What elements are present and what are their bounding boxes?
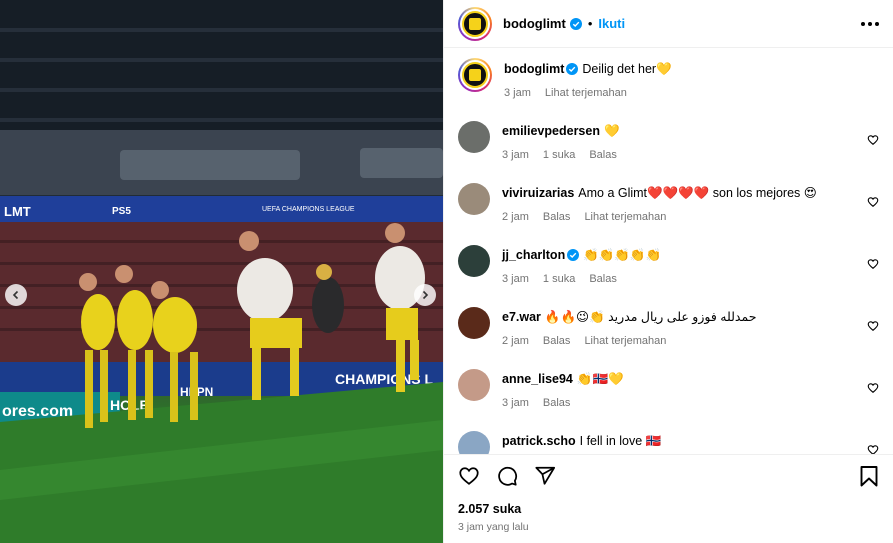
posted-time: 3 jam yang lalu — [458, 521, 529, 533]
board-ps5-text: PS5 — [112, 206, 131, 217]
reply-button[interactable]: Balas — [589, 273, 617, 285]
comment-username[interactable]: anne_lise94 — [502, 372, 573, 386]
reply-button[interactable]: Balas — [543, 211, 571, 223]
caption-row: bodoglimt Deilig det her💛 3 jam Lihat ter… — [458, 58, 879, 99]
commenter-avatar[interactable] — [458, 121, 490, 153]
chevron-right-icon — [422, 290, 429, 300]
caption-username[interactable]: bodoglimt — [504, 62, 564, 76]
author-username[interactable]: bodoglimt — [503, 16, 566, 31]
caption-time: 3 jam — [504, 87, 531, 99]
commenter-avatar[interactable] — [458, 245, 490, 277]
comment-time: 3 jam — [502, 397, 529, 409]
comment-likes[interactable]: 1 suka — [543, 149, 575, 161]
previous-photo-button[interactable] — [5, 284, 27, 306]
caption-avatar[interactable] — [458, 58, 492, 92]
comment-username[interactable]: emilievpedersen — [502, 124, 600, 138]
post-header: bodoglimt • Ikuti — [444, 0, 893, 48]
comment-username[interactable]: jj_charlton — [502, 248, 565, 262]
commenter-avatar[interactable] — [458, 431, 490, 454]
comments-list[interactable]: bodoglimt Deilig det her💛 3 jam Lihat ter… — [444, 48, 893, 454]
comment-time: 3 jam — [502, 149, 529, 161]
share-icon[interactable] — [534, 465, 556, 487]
like-comment-heart-icon[interactable] — [867, 257, 879, 275]
heart-icon[interactable] — [458, 465, 480, 487]
verified-badge-icon — [566, 63, 579, 75]
comment-time: 3 jam — [502, 273, 529, 285]
stadium-scene: LMT PS5 UEFA CHAMPIONS LEAGUE ores.com C… — [0, 0, 443, 543]
comment-text: 👏🇳🇴💛 — [576, 372, 624, 386]
reply-button[interactable]: Balas — [543, 335, 571, 347]
commenter-avatar[interactable] — [458, 183, 490, 215]
comment-row: patrick.schoI fell in love 🇳🇴3 jamBalasL… — [458, 431, 879, 454]
commenter-avatar[interactable] — [458, 369, 490, 401]
board-center-text: UEFA CHAMPIONS LEAGUE — [262, 206, 355, 213]
comment-username[interactable]: e7.war — [502, 310, 541, 324]
comment-time: 2 jam — [502, 335, 529, 347]
save-icon[interactable] — [859, 465, 879, 487]
follow-button[interactable]: Ikuti — [598, 16, 625, 31]
comment-text: I fell in love 🇳🇴 — [579, 434, 662, 448]
comment-row: emilievpedersen 💛 3 jam 1 suka Balas — [458, 121, 879, 161]
chevron-left-icon — [12, 290, 19, 300]
comment-username[interactable]: patrick.scho — [502, 434, 576, 448]
comment-text: 👏👏👏👏👏 — [583, 248, 662, 262]
caption-translate-link[interactable]: Lihat terjemahan — [545, 87, 627, 99]
like-comment-heart-icon[interactable] — [867, 381, 879, 399]
verified-badge-icon — [567, 249, 580, 261]
comment-time: 2 jam — [502, 211, 529, 223]
comment-row: viviruizarias Amo a Glimt❤️❤️❤️❤️ son los… — [458, 183, 879, 223]
likes-count[interactable]: 2.057 suka — [444, 496, 893, 516]
comment-row: anne_lise94 👏🇳🇴💛 3 jam Balas — [458, 369, 879, 409]
like-comment-heart-icon[interactable] — [867, 443, 879, 454]
translate-link[interactable]: Lihat terjemahan — [584, 211, 666, 223]
author-avatar[interactable] — [458, 6, 492, 41]
comment-likes[interactable]: 1 suka — [543, 273, 575, 285]
comment-icon[interactable] — [496, 465, 518, 487]
post-side-panel: bodoglimt • Ikuti bodoglimt Deilig det he… — [443, 0, 893, 543]
verified-badge-icon — [569, 17, 582, 30]
caption-text: Deilig det her💛 — [582, 62, 672, 76]
post-actions — [444, 454, 893, 496]
bodoglimt-logo — [462, 62, 488, 88]
comment-row: e7.war 🔥🔥😉👏 حمدلله فوزو على ريال مدريد 2 j… — [458, 307, 879, 347]
more-options-icon[interactable] — [861, 21, 879, 26]
post-photo[interactable]: LMT PS5 UEFA CHAMPIONS LEAGUE ores.com C… — [0, 0, 443, 543]
bodoglimt-logo — [462, 10, 488, 37]
post-viewer: LMT PS5 UEFA CHAMPIONS LEAGUE ores.com C… — [0, 0, 893, 543]
comment-text: Amo a Glimt❤️❤️❤️❤️ son los mejores 😍 — [578, 186, 817, 200]
reply-button[interactable]: Balas — [589, 149, 617, 161]
next-photo-button[interactable] — [414, 284, 436, 306]
separator-dot: • — [587, 16, 593, 31]
board-left-text: LMT — [4, 204, 31, 219]
comment-row: jj_charlton 👏👏👏👏👏 3 jam 1 suka Balas — [458, 245, 879, 285]
like-comment-heart-icon[interactable] — [867, 133, 879, 151]
translate-link[interactable]: Lihat terjemahan — [584, 335, 666, 347]
comment-username[interactable]: viviruizarias — [502, 186, 574, 200]
commenter-avatar[interactable] — [458, 307, 490, 339]
comment-text: 🔥🔥😉👏 حمدلله فوزو على ريال مدريد — [544, 310, 757, 324]
like-comment-heart-icon[interactable] — [867, 319, 879, 337]
comment-text: 💛 — [603, 124, 620, 138]
reply-button[interactable]: Balas — [543, 397, 571, 409]
like-comment-heart-icon[interactable] — [867, 195, 879, 213]
